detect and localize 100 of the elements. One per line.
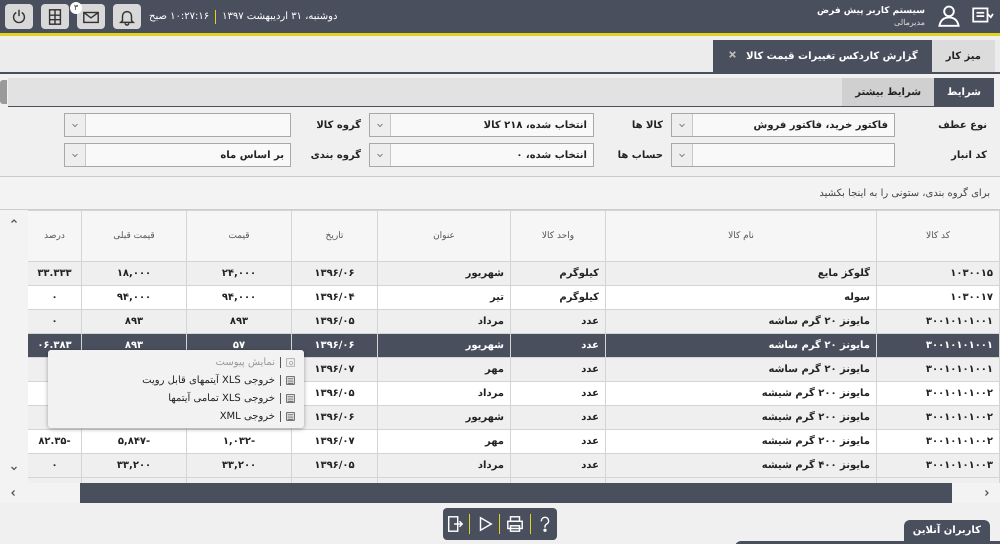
column-header[interactable]: کد کالا [876,210,1000,262]
table-cell: عدد [581,460,599,471]
power-button[interactable] [5,4,33,29]
export-icon [285,392,296,404]
tab[interactable]: گزارش کاردکس تغییرات قیمت کالا [713,40,932,72]
bell-button[interactable] [113,4,141,29]
table-cell: گلوکز مایع [818,268,870,279]
dropdown-field[interactable]: انتخاب شده، ۲۱۸ کالا [369,113,594,137]
export-icon [285,410,296,422]
dropdown-field[interactable] [64,113,291,137]
table-cell: مهر [484,364,504,375]
table-cell: مرداد [478,388,504,399]
dropdown-field[interactable]: بر اساس ماه [64,143,291,167]
menu-item[interactable]: خروجی XLS آیتمهای قابل رویت [48,371,304,389]
table-cell: شهریور [466,340,504,351]
table-cell: ۱۳۹۶/۰۶ [314,412,355,423]
field-label: نوع عطف [937,118,988,132]
table-cell: ۸۹۳ [124,340,144,351]
date-label: دوشنبه، ۳۱ اردیبهشت ۱۳۹۷ [222,11,338,22]
user-role: مدیرمالی [893,18,925,27]
table-cell: ۱۳۹۶/۰۴ [314,292,355,303]
scrollbar-thumb[interactable] [80,483,952,503]
menu-item[interactable]: خروجی XML [48,407,304,425]
table-cell: عدد [581,412,599,423]
attachment-icon [285,356,296,368]
tab[interactable]: شرایط [934,78,994,106]
table-cell: ۱۰۳۰۰۱۵ [950,268,993,279]
table-cell: ۹۴,۰۰۰ [116,292,152,303]
table-cell: مرداد [478,460,504,471]
table-cell: ۸۹۳ [124,316,144,327]
dropdown-field[interactable]: انتخاب شده، ۰ [369,143,594,167]
table-cell: ۱۳۹۶/۰۵ [314,316,355,327]
exit-icon [446,515,464,533]
tab[interactable]: شرایط بیشتر [842,78,934,106]
table-cell: ۱۳۹۶/۰۶ [314,268,355,279]
dropdown-field[interactable]: فاکتور خرید، فاکتور فروش [671,113,895,137]
column-header[interactable]: درصد [28,210,82,262]
field-label: گروه کالا [315,118,362,132]
table-cell: مایونز ۲۰ گرم ساشه [768,316,870,327]
table-cell: عدد [581,388,599,399]
dropdown-field[interactable] [671,143,895,167]
table-cell: ۵۷ [232,340,246,351]
column-header[interactable]: قیمت [186,210,292,262]
table-cell: مهر [484,436,504,447]
printer-icon [506,515,524,533]
table-cell: مایونز ۲۰۰ گرم شیشه [762,388,870,399]
mail-button[interactable] [77,4,105,29]
online-users-tab[interactable]: کاربران آنلاین [904,520,990,541]
table-cell: مایونز ۲۰ گرم ساشه [768,340,870,351]
table-cell: ۳۰۰۱۰۱۰۱۰۰۱ [926,364,993,375]
table-cell: ۳۳.۳۳۳ [37,268,72,279]
table-cell: کیلوگرم [559,268,599,279]
table-cell: ۰ [51,316,58,327]
calculator-button[interactable] [41,4,69,29]
menu-item[interactable]: خروجی XLS تمامی آیتمها [48,389,304,407]
export-icon [285,374,296,386]
table-cell: کیلوگرم [559,292,599,303]
table-cell: ۰ [51,292,58,303]
table-cell: ۳۰۰۱۰۱۰۱۰۰۲ [926,436,993,447]
exit-button[interactable] [446,515,464,533]
column-header[interactable]: عنوان [378,210,510,262]
table-cell: ۱۳۹۶/۰۵ [314,388,355,399]
table-cell: ۰۶.۳۸۳ [37,340,72,351]
table-cell: ۵,۸۴۷- [118,436,150,447]
table-cell: ۳۰۰۱۰۱۰۱۰۰۲ [926,388,993,399]
column-header[interactable]: قیمت قبلی [82,210,186,262]
table-cell: ۳۳,۲۰۰ [116,460,152,471]
field-label: کد انبار [950,148,988,162]
column-header[interactable]: واحد کالا [510,210,606,262]
table-cell: مایونز ۲۰۰ گرم شیشه [762,412,870,423]
table-cell: ۸۹۳ [230,316,248,327]
table-cell: ۱,۰۳۲- [222,436,256,447]
table-cell: ۱۸,۰۰۰ [116,268,152,279]
table-cell: تیر [490,292,504,303]
table-cell: ۱۳۹۶/۰۶ [314,340,355,351]
group-hint: برای گروه بندی، ستونی را به اینجا بکشید [819,188,990,198]
table-cell: ۸۲.۳۵- [38,436,71,447]
table-cell: مایونز ۲۰۰ گرم شیشه [762,436,870,447]
table-cell: ۳۰۰۱۰۱۰۱۰۰۳ [926,460,993,471]
print-button[interactable] [506,515,524,533]
table-cell: ۹۴,۰۰۰ [222,292,256,303]
table-cell: مایونز ۲۰ گرم ساشه [768,364,870,375]
column-header[interactable]: تاریخ [292,210,378,262]
panel-handle[interactable] [0,80,7,104]
tab[interactable]: میز کار [932,40,995,72]
table-cell: ۱۳۹۶/۰۵ [314,460,355,471]
column-header[interactable]: نام کالا [606,210,876,262]
table-cell: ۱۳۹۶/۰۷ [314,436,355,447]
table-cell: سوله [844,292,870,303]
table-cell: ۳۳,۲۰۰ [222,460,256,471]
table-cell: عدد [581,436,599,447]
table-cell: عدد [581,316,599,327]
table-cell: شهریور [466,268,504,279]
mail-badge: ۳ [70,2,82,14]
field-label: کالا ها [630,118,664,132]
table-cell: ۱۰۳۰۰۱۷ [950,292,993,303]
field-label: حساب ها [616,148,664,162]
table-cell: ۲۴,۰۰۰ [222,268,256,279]
table-cell: ۳۰۰۱۰۱۰۱۰۰۱ [926,340,993,351]
time-label: ۱۰:۲۷:۱۶ صبح [149,11,210,22]
